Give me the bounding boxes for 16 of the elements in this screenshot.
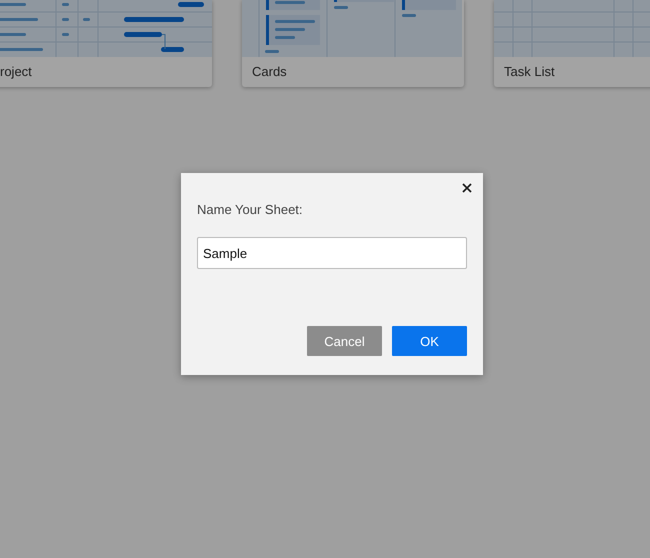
- template-card[interactable]: Task List: [494, 0, 650, 87]
- template-name: Cards: [251, 63, 288, 79]
- task-bar: [178, 2, 204, 7]
- template-name: roject: [0, 63, 33, 79]
- task-bar: [124, 17, 184, 22]
- cancel-button[interactable]: Cancel: [307, 326, 382, 356]
- template-card[interactable]: roject: [0, 0, 212, 87]
- task-bar: [124, 32, 162, 37]
- dependency-line: [162, 34, 166, 50]
- template-name: Task List: [503, 63, 556, 79]
- template-card[interactable]: Cards: [242, 0, 464, 87]
- ok-button[interactable]: OK: [392, 326, 467, 356]
- task-bar: [161, 47, 184, 52]
- sheet-name-field[interactable]: Sample: [197, 237, 467, 269]
- close-icon[interactable]: [462, 183, 472, 193]
- sheet-name-label: Name Your Sheet:: [197, 202, 304, 217]
